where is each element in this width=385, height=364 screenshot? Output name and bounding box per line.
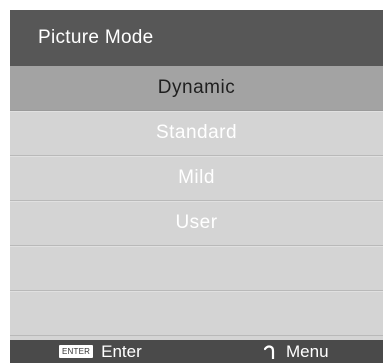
option-empty-row — [10, 291, 383, 336]
option-dynamic[interactable]: Dynamic — [10, 66, 383, 111]
option-mild[interactable]: Mild — [10, 156, 383, 201]
menu-footer: ENTER Enter Menu — [10, 340, 383, 363]
picture-mode-menu: Picture Mode Dynamic Standard Mild User … — [10, 10, 383, 363]
menu-title: Picture Mode — [38, 27, 154, 48]
menu-label: Menu — [286, 341, 329, 361]
enter-hint[interactable]: ENTER Enter — [59, 342, 142, 361]
option-empty-row — [10, 246, 383, 291]
enter-key-badge: ENTER — [59, 345, 94, 358]
menu-header: Picture Mode — [10, 10, 383, 66]
option-user[interactable]: User — [10, 201, 383, 246]
option-list: Dynamic Standard Mild User — [10, 66, 383, 336]
enter-label: Enter — [101, 341, 142, 361]
option-standard[interactable]: Standard — [10, 111, 383, 156]
menu-hint[interactable]: Menu — [263, 341, 329, 361]
return-arrow-icon — [263, 344, 276, 360]
